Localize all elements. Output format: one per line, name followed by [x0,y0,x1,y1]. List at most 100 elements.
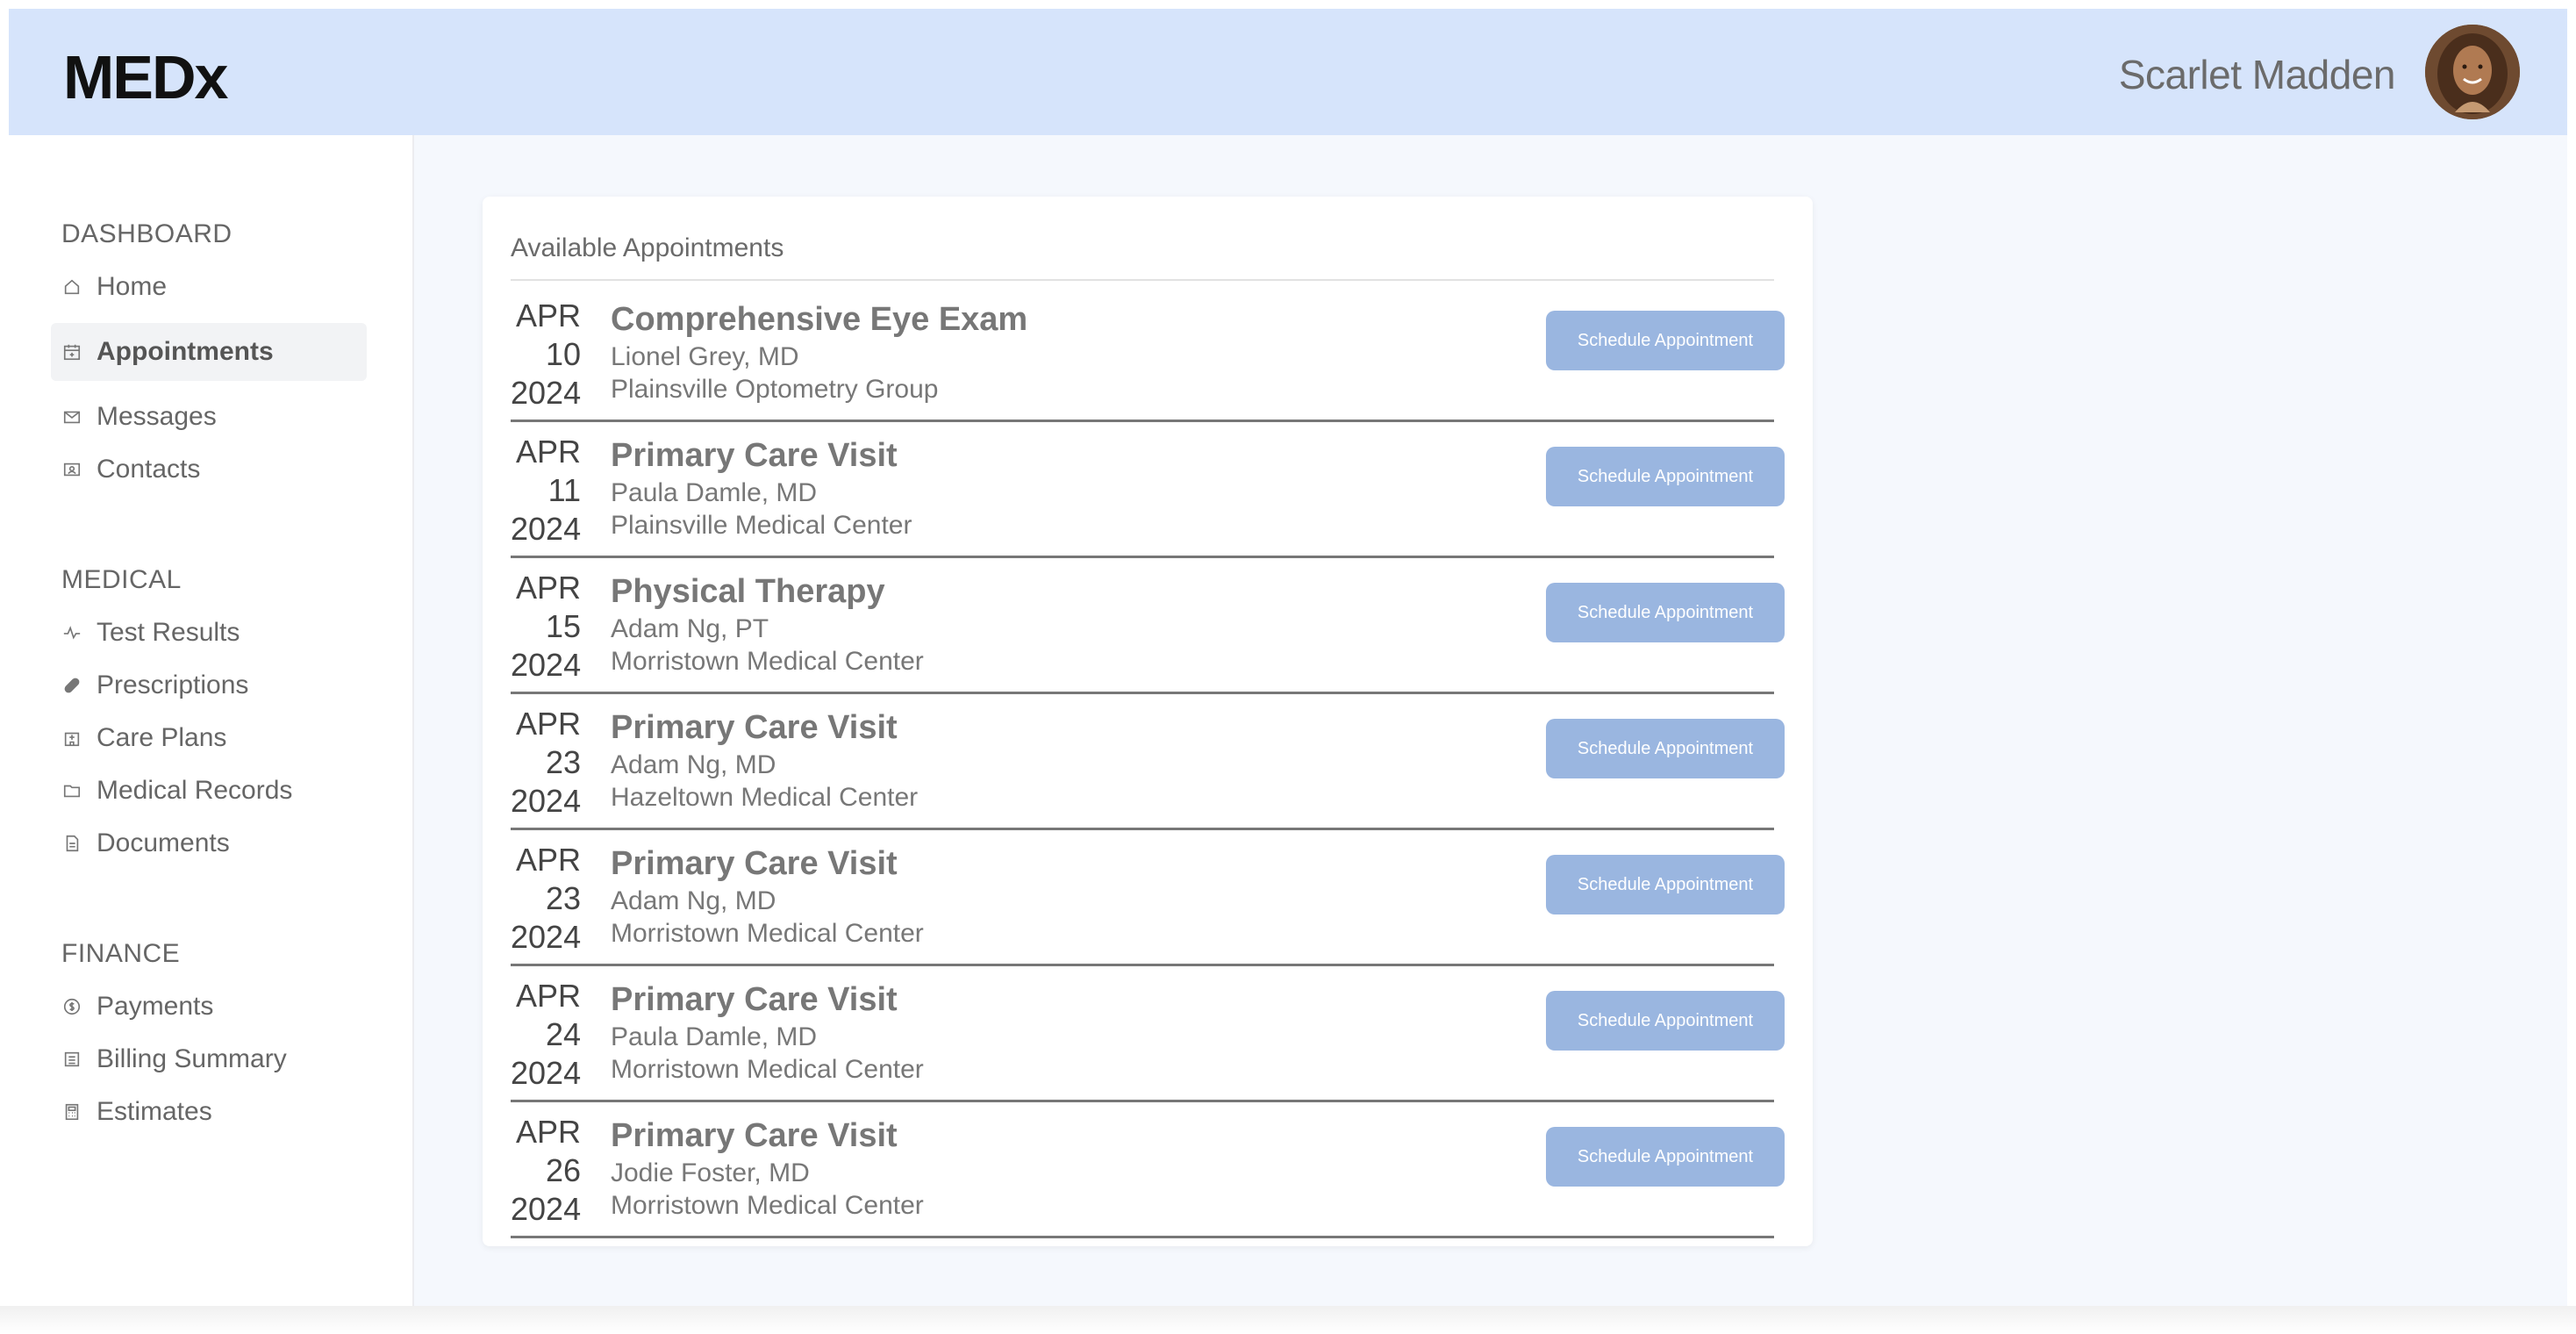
sidebar-item-label: Prescriptions [97,671,249,699]
date-month: APR [515,842,581,878]
calendar-icon [61,341,82,362]
appointment-location: Morristown Medical Center [611,1191,924,1220]
appointment-date: APR 26 2024 [511,1113,581,1229]
sidebar-item-payments[interactable]: Payments [51,978,367,1036]
appointment-title: Physical Therapy [611,573,885,610]
appointment-info: Primary Care Visit Jodie Foster, MD Morr… [611,1115,924,1222]
date-month: APR [515,434,581,470]
date-day: 15 [545,608,581,644]
appointment-date: APR 15 2024 [511,569,581,685]
appointment-title: Primary Care Visit [611,437,898,474]
date-day: 26 [545,1152,581,1188]
sidebar-item-test-results[interactable]: Test Results [51,604,367,662]
appointment-doctor: Adam Ng, MD [611,886,776,915]
appointment-row: APR 24 2024 Primary Care Visit Paula Dam… [511,966,1785,1102]
date-year: 2024 [511,1055,582,1091]
sidebar-item-label: Appointments [97,337,274,366]
sidebar-item-contacts[interactable]: Contacts [51,441,367,498]
folder-icon [61,780,82,801]
pill-icon [61,675,82,696]
appointment-row: APR 10 2024 Comprehensive Eye Exam Lione… [511,286,1785,422]
schedule-appointment-button[interactable]: Schedule Appointment [1546,1127,1785,1187]
home-icon [61,276,82,298]
schedule-appointment-button[interactable]: Schedule Appointment [1546,991,1785,1051]
appointment-doctor: Adam Ng, PT [611,614,769,643]
sidebar-item-label: Billing Summary [97,1044,287,1073]
avatar-portrait-icon [2425,25,2520,119]
date-month: APR [515,706,581,742]
appointment-location: Morristown Medical Center [611,919,924,948]
dollar-coin-icon [61,996,82,1017]
document-icon [61,833,82,854]
appointment-row: APR 23 2024 Primary Care Visit Adam Ng, … [511,830,1785,966]
appointment-row: APR 11 2024 Primary Care Visit Paula Dam… [511,422,1785,558]
sidebar-item-label: Care Plans [97,723,227,752]
appointment-date: APR 11 2024 [511,433,581,549]
appointment-date: APR 24 2024 [511,977,581,1093]
appointment-doctor: Jodie Foster, MD [611,1158,810,1187]
sidebar-item-estimates[interactable]: Estimates [51,1083,367,1141]
sidebar-item-documents[interactable]: Documents [51,814,367,872]
appointment-row: APR 26 2024 Primary Care Visit Jodie Fos… [511,1102,1785,1238]
date-year: 2024 [511,647,582,683]
calculator-icon [61,1101,82,1122]
appointment-doctor: Paula Damle, MD [611,1022,818,1051]
schedule-appointment-button[interactable]: Schedule Appointment [1546,583,1785,642]
date-day: 24 [545,1016,581,1052]
envelope-icon [61,406,82,427]
date-year: 2024 [511,919,582,955]
date-year: 2024 [511,511,582,547]
appointment-date: APR 23 2024 [511,841,581,957]
section-medical-title: MEDICAL [61,565,182,594]
sidebar-item-medical-records[interactable]: Medical Records [51,762,367,820]
appointment-info: Primary Care Visit Adam Ng, MD Hazeltown… [611,706,918,814]
appointment-info: Primary Care Visit Adam Ng, MD Morristow… [611,843,924,950]
sidebar-item-appointments[interactable]: Appointments [51,323,367,381]
contact-card-icon [61,459,82,480]
user-name[interactable]: Scarlet Madden [2119,51,2396,98]
appointment-title: Primary Care Visit [611,709,898,746]
appointment-location: Plainsville Medical Center [611,511,912,540]
sidebar-item-label: Messages [97,402,217,431]
appointment-row: APR 23 2024 Primary Care Visit Adam Ng, … [511,694,1785,830]
appointment-doctor: Lionel Grey, MD [611,342,799,371]
card-divider [511,279,1774,281]
ledger-icon [61,1049,82,1070]
appointment-info: Comprehensive Eye Exam Lionel Grey, MD P… [611,298,1027,405]
sidebar-item-messages[interactable]: Messages [51,388,367,446]
sidebar-item-care-plans[interactable]: Care Plans [51,709,367,767]
available-appointments-card: Available Appointments APR 10 2024 Compr… [483,197,1813,1246]
schedule-appointment-button[interactable]: Schedule Appointment [1546,719,1785,778]
sidebar-item-prescriptions[interactable]: Prescriptions [51,656,367,714]
date-month: APR [515,298,581,334]
sidebar-item-label: Documents [97,828,230,857]
schedule-appointment-button[interactable]: Schedule Appointment [1546,447,1785,506]
top-header: MEDx Scarlet Madden [9,9,2567,135]
section-finance-title: FINANCE [61,939,181,968]
sidebar-item-label: Payments [97,992,214,1021]
app-frame: MEDx Scarlet Madden DASHBOARD Home Appoi… [9,9,2567,1306]
date-year: 2024 [511,1191,582,1227]
hospital-icon [61,728,82,749]
schedule-appointment-button[interactable]: Schedule Appointment [1546,855,1785,914]
date-month: APR [515,978,581,1014]
appointment-date: APR 10 2024 [511,297,581,412]
appointment-date: APR 23 2024 [511,705,581,821]
date-month: APR [515,570,581,606]
appointment-title: Comprehensive Eye Exam [611,301,1028,338]
sidebar-item-label: Test Results [97,618,240,647]
app-logo[interactable]: MEDx [63,42,228,112]
appointment-title: Primary Care Visit [611,981,898,1018]
sidebar-item-label: Contacts [97,455,201,484]
sidebar-item-home[interactable]: Home [51,258,367,316]
sidebar-item-label: Estimates [97,1097,212,1126]
appointment-info: Primary Care Visit Paula Damle, MD Morri… [611,979,924,1086]
appointment-location: Plainsville Optometry Group [611,375,939,404]
user-avatar[interactable] [2425,25,2520,119]
schedule-appointment-button[interactable]: Schedule Appointment [1546,311,1785,370]
sidebar-item-billing-summary[interactable]: Billing Summary [51,1030,367,1088]
pulse-icon [61,622,82,643]
appointment-title: Primary Care Visit [611,1117,898,1154]
appointment-info: Primary Care Visit Paula Damle, MD Plain… [611,434,912,541]
appointment-row: APR 15 2024 Physical Therapy Adam Ng, PT… [511,558,1785,694]
